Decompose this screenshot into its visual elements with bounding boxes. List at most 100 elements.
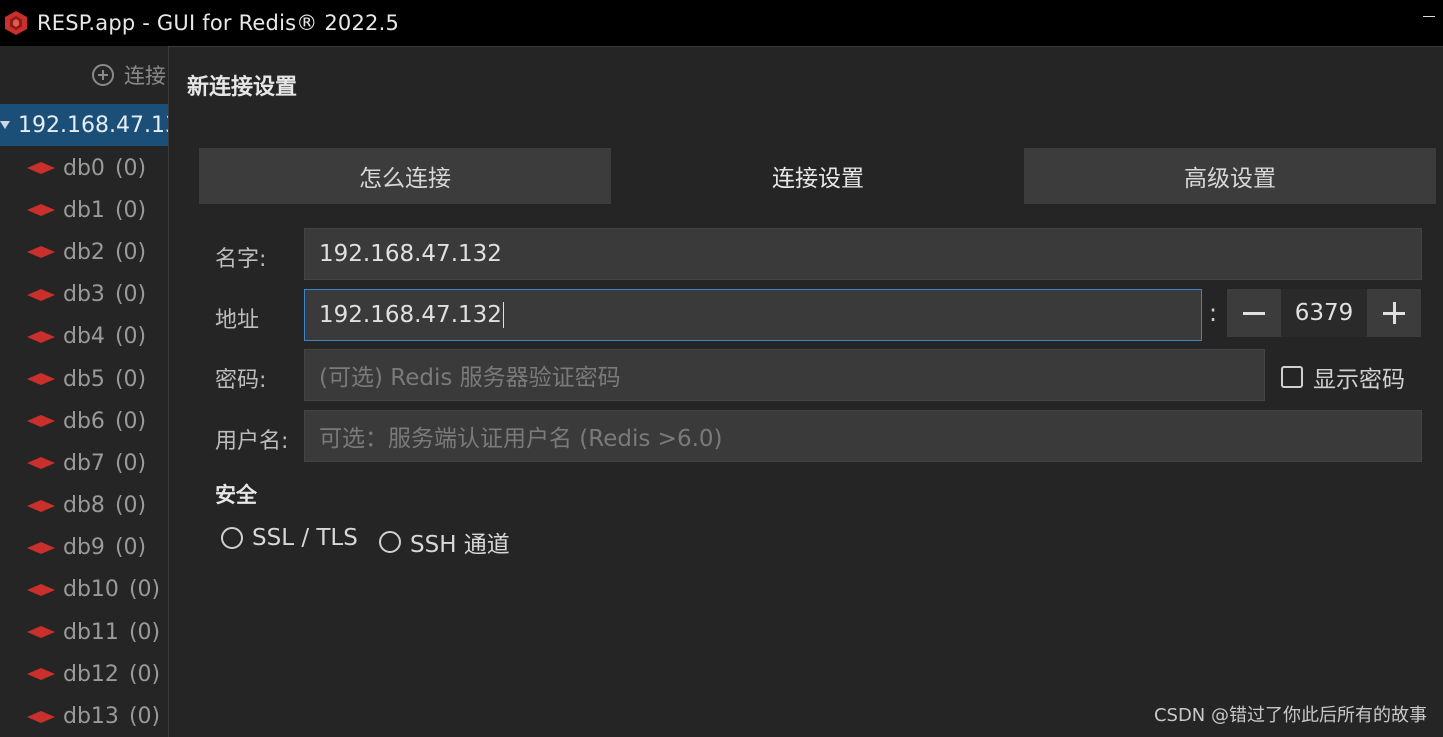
database-icon	[27, 457, 55, 470]
database-icon	[27, 204, 55, 217]
database-key-count: (0)	[114, 197, 147, 223]
ssh-tunnel-radio[interactable]	[379, 531, 401, 553]
tab-connection-settings[interactable]: 连接设置	[612, 148, 1024, 204]
name-input-value: 192.168.47.132	[319, 241, 502, 267]
database-icon	[27, 288, 55, 301]
connections-sidebar: 连接 192.168.47.132 db0 (0) db1 (0) db2 (0…	[0, 46, 168, 737]
database-icon	[27, 499, 55, 512]
database-key-count: (0)	[128, 661, 161, 687]
database-key-count: (0)	[114, 493, 147, 519]
username-label: 用户名:	[215, 429, 289, 454]
database-name: db10	[63, 577, 119, 603]
database-name: db3	[63, 282, 105, 308]
database-icon	[27, 583, 55, 596]
database-item[interactable]: db3 (0)	[0, 274, 168, 316]
database-name: db6	[63, 408, 105, 434]
database-item[interactable]: db6 (0)	[0, 400, 168, 442]
database-item[interactable]: db4 (0)	[0, 316, 168, 358]
database-icon	[27, 246, 55, 259]
database-list: db0 (0) db1 (0) db2 (0) db3 (0) db4 (0) …	[0, 147, 168, 737]
name-label: 名字:	[215, 247, 267, 272]
database-icon	[27, 373, 55, 386]
plus-icon	[1383, 302, 1405, 324]
ssl-tls-label: SSL / TLS	[252, 525, 358, 551]
database-name: db7	[63, 450, 105, 476]
port-increment-button[interactable]	[1367, 289, 1421, 337]
title-bar: RESP.app - GUI for Redis® 2022.5	[0, 0, 1443, 46]
database-item[interactable]: db1 (0)	[0, 189, 168, 231]
database-name: db12	[63, 661, 119, 687]
database-name: db8	[63, 493, 105, 519]
database-name: db11	[63, 619, 119, 645]
database-item[interactable]: db0 (0)	[0, 147, 168, 189]
ssl-tls-option[interactable]: SSL / TLS	[221, 525, 358, 551]
server-tree-item[interactable]: 192.168.47.132	[0, 104, 168, 146]
minimize-button[interactable]	[1423, 4, 1437, 18]
address-label: 地址	[215, 308, 260, 333]
database-key-count: (0)	[114, 239, 147, 265]
connect-button-label: 连接	[124, 64, 166, 88]
database-name: db1	[63, 197, 105, 223]
database-key-count: (0)	[114, 155, 147, 181]
database-name: db2	[63, 239, 105, 265]
database-item[interactable]: db2 (0)	[0, 231, 168, 273]
database-item[interactable]: db10 (0)	[0, 569, 168, 611]
password-placeholder: (可选) Redis 服务器验证密码	[319, 365, 621, 391]
database-key-count: (0)	[114, 535, 147, 561]
database-name: db13	[63, 704, 119, 730]
database-name: db4	[63, 324, 105, 350]
database-key-count: (0)	[114, 450, 147, 476]
minus-icon	[1243, 311, 1265, 315]
password-input[interactable]: (可选) Redis 服务器验证密码	[304, 349, 1265, 401]
database-key-count: (0)	[128, 577, 161, 603]
ssh-tunnel-option[interactable]: SSH 通道	[379, 525, 510, 559]
database-item[interactable]: db5 (0)	[0, 358, 168, 400]
database-icon	[27, 541, 55, 554]
redis-hexagon-icon	[3, 10, 29, 36]
text-cursor	[502, 302, 504, 328]
tab-advanced-settings[interactable]: 高级设置	[1024, 148, 1436, 204]
address-input[interactable]: 192.168.47.132	[304, 289, 1202, 341]
port-decrement-button[interactable]	[1227, 289, 1281, 337]
database-item[interactable]: db7 (0)	[0, 442, 168, 484]
database-icon	[27, 710, 55, 723]
username-placeholder: 可选：服务端认证用户名 (Redis >6.0)	[319, 426, 723, 452]
database-item[interactable]: db9 (0)	[0, 527, 168, 569]
tab-how-to-connect[interactable]: 怎么连接	[199, 148, 611, 204]
port-separator: :	[1209, 299, 1218, 327]
port-input[interactable]: 6379	[1281, 289, 1367, 337]
add-circle-icon	[92, 64, 114, 86]
show-password-label: 显示密码	[1313, 367, 1405, 393]
database-icon	[27, 330, 55, 343]
database-item[interactable]: db11 (0)	[0, 611, 168, 653]
name-input[interactable]: 192.168.47.132	[304, 228, 1422, 280]
window-title: RESP.app - GUI for Redis® 2022.5	[37, 11, 400, 35]
database-key-count: (0)	[114, 366, 147, 392]
database-key-count: (0)	[114, 324, 147, 350]
port-stepper: 6379	[1227, 289, 1423, 337]
ssh-tunnel-label: SSH 通道	[410, 532, 510, 558]
database-key-count: (0)	[114, 408, 147, 434]
show-password-toggle[interactable]: 显示密码	[1281, 360, 1405, 394]
address-input-value: 192.168.47.132	[319, 302, 502, 328]
database-icon	[27, 162, 55, 175]
database-name: db5	[63, 366, 105, 392]
database-icon	[27, 626, 55, 639]
database-item[interactable]: db12 (0)	[0, 653, 168, 695]
security-section-title: 安全	[215, 483, 257, 507]
database-item[interactable]: db8 (0)	[0, 485, 168, 527]
database-key-count: (0)	[128, 619, 161, 645]
show-password-checkbox[interactable]	[1281, 366, 1303, 388]
chevron-down-icon[interactable]	[0, 121, 10, 129]
ssl-tls-radio[interactable]	[221, 527, 243, 549]
new-connection-dialog: 新连接设置 怎么连接 连接设置 高级设置 名字: 192.168.47.132 …	[168, 46, 1443, 737]
dialog-title: 新连接设置	[187, 75, 298, 100]
username-input[interactable]: 可选：服务端认证用户名 (Redis >6.0)	[304, 410, 1422, 462]
database-name: db0	[63, 155, 105, 181]
database-icon	[27, 415, 55, 428]
database-item[interactable]: db13 (0)	[0, 695, 168, 737]
database-key-count: (0)	[128, 704, 161, 730]
settings-tabs: 怎么连接 连接设置 高级设置	[199, 148, 1437, 206]
database-key-count: (0)	[114, 282, 147, 308]
connect-to-redis-button[interactable]: 连接	[92, 56, 166, 94]
